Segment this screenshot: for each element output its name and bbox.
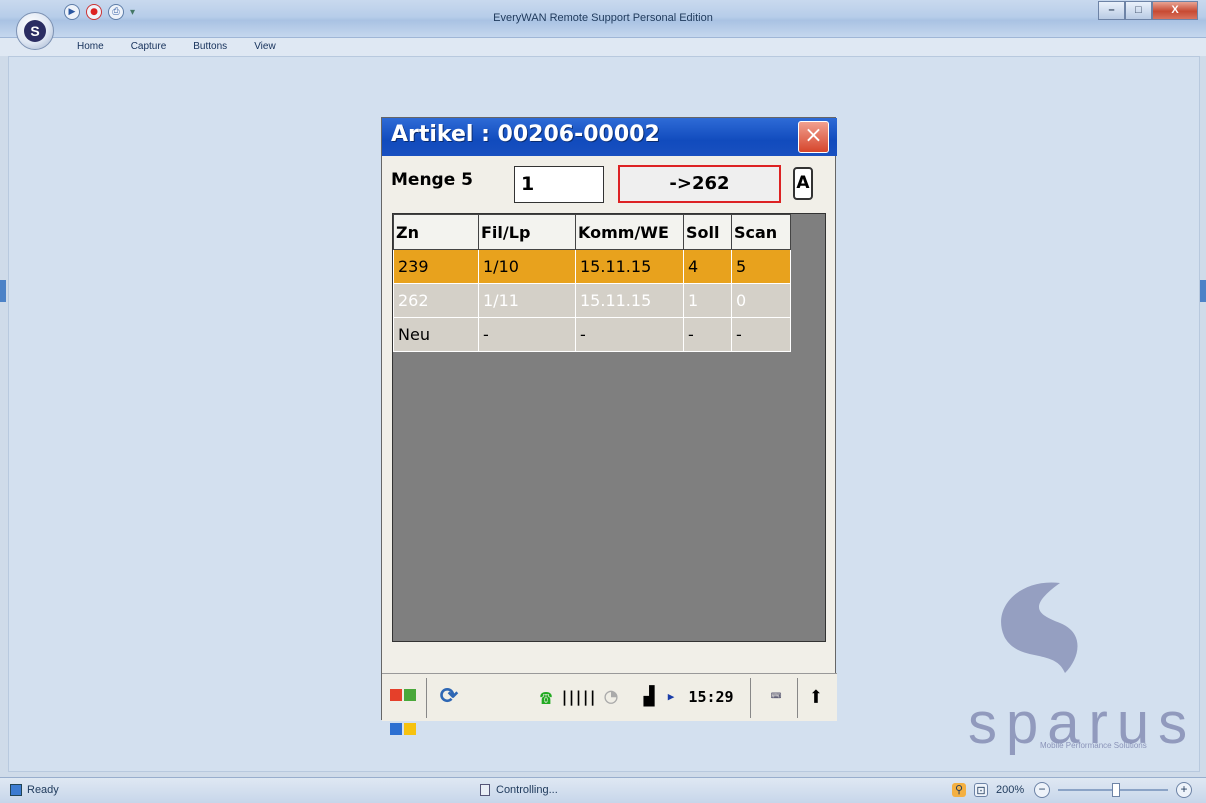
quantity-input[interactable]: 1 <box>514 166 604 203</box>
expand-arrow-icon[interactable]: ▶ <box>665 680 677 714</box>
cell-fil-lp: 1/11 <box>478 283 576 318</box>
keyboard-icon[interactable]: ⌨ <box>758 680 794 714</box>
table-row[interactable]: Neu - - - - <box>393 317 791 352</box>
tab-buttons[interactable]: Buttons <box>193 41 227 52</box>
up-arrow-icon[interactable]: ⬆ <box>803 680 829 714</box>
tab-view[interactable]: View <box>254 41 276 52</box>
fit-icon[interactable]: ⊡ <box>974 783 988 797</box>
cell-scan: 0 <box>731 283 791 318</box>
application-menu-button[interactable]: S <box>16 12 54 50</box>
device-title: Artikel : 00206-00002 <box>382 118 837 156</box>
device-clock[interactable]: 15:29 <box>678 680 744 714</box>
device-taskbar: ⟳ ☎ ||||| ◔ ▟ ▶ 15:29 ⌨ ⬆ <box>382 673 837 735</box>
battery-icon[interactable]: ◔ <box>596 680 626 714</box>
app-logo-icon: S <box>24 20 46 42</box>
zoom-out-button[interactable]: − <box>1034 782 1050 798</box>
right-edge-marker <box>1200 280 1206 302</box>
cell-soll: 1 <box>683 283 732 318</box>
cell-fil-lp: - <box>478 317 576 352</box>
column-header-zn[interactable]: Zn <box>393 214 479 250</box>
ribbon-tabs: Home Capture Buttons View <box>77 41 276 52</box>
status-controlling: Controlling... <box>480 784 558 796</box>
remote-device-screen[interactable]: Artikel : 00206-00002 × Menge 5 1 ->262 … <box>381 117 837 735</box>
cell-komm-we: 15.11.15 <box>575 283 684 318</box>
article-table: Zn Fil/Lp Komm/WE Soll Scan 239 1/10 15.… <box>393 214 791 352</box>
zoom-slider[interactable] <box>1058 783 1168 797</box>
column-header-fil-lp[interactable]: Fil/Lp <box>478 214 576 250</box>
cell-zn: Neu <box>393 317 479 352</box>
article-grid: Zn Fil/Lp Komm/WE Soll Scan 239 1/10 15.… <box>392 213 826 642</box>
cell-soll: 4 <box>683 249 732 284</box>
cell-zn: 262 <box>393 283 479 318</box>
barcode-icon[interactable]: ||||| <box>560 680 597 714</box>
taskbar-separator <box>426 678 427 718</box>
a-button[interactable]: A <box>793 167 813 200</box>
status-ready: Ready <box>10 784 59 796</box>
maximize-button[interactable]: □ <box>1125 1 1152 20</box>
column-header-soll[interactable]: Soll <box>683 214 732 250</box>
cell-soll: - <box>683 317 732 352</box>
minimize-button[interactable]: – <box>1098 1 1125 20</box>
zoom-controls: ⚲ ⊡ 200% − + <box>952 782 1192 798</box>
cell-scan: - <box>731 317 791 352</box>
tab-capture[interactable]: Capture <box>131 41 167 52</box>
zoom-level: 200% <box>996 784 1025 796</box>
status-bar: Ready Controlling... ⚲ ⊡ 200% − + <box>0 777 1206 803</box>
table-row[interactable]: 239 1/10 15.11.15 4 5 <box>393 249 791 284</box>
device-icon <box>480 784 490 796</box>
cell-komm-we: - <box>575 317 684 352</box>
cell-zn: 239 <box>393 249 479 284</box>
menge-label: Menge 5 <box>391 170 473 190</box>
column-header-scan[interactable]: Scan <box>731 214 791 250</box>
cell-fil-lp: 1/10 <box>478 249 576 284</box>
phone-icon[interactable]: ☎ <box>534 680 558 714</box>
table-row[interactable]: 262 1/11 15.11.15 1 0 <box>393 283 791 318</box>
cell-scan: 5 <box>731 249 791 284</box>
left-edge-marker <box>0 280 6 302</box>
taskbar-separator <box>797 678 798 718</box>
zoom-in-button[interactable]: + <box>1176 782 1192 798</box>
tab-home[interactable]: Home <box>77 41 104 52</box>
status-ready-text: Ready <box>27 784 59 796</box>
window-titlebar: ▶ ● ⎙ ▾ EveryWAN Remote Support Personal… <box>0 0 1206 38</box>
device-close-button[interactable]: × <box>798 121 829 153</box>
table-header-row: Zn Fil/Lp Komm/WE Soll Scan <box>393 214 791 250</box>
status-controlling-text: Controlling... <box>496 784 558 796</box>
sync-icon[interactable]: ⟳ <box>434 680 464 714</box>
close-window-button[interactable]: X <box>1152 1 1198 20</box>
windows-start-icon[interactable] <box>384 680 422 735</box>
sparus-logo-icon <box>1001 582 1078 673</box>
column-header-komm-we[interactable]: Komm/WE <box>575 214 684 250</box>
magnifier-icon[interactable]: ⚲ <box>952 783 966 797</box>
watermark-tagline: Mobile Performance Solutions <box>1040 741 1147 750</box>
window-title: EveryWAN Remote Support Personal Edition <box>493 12 713 24</box>
zoom-slider-thumb[interactable] <box>1112 783 1120 797</box>
ready-icon <box>10 784 22 796</box>
signal-icon[interactable]: ▟ <box>634 680 664 714</box>
taskbar-separator <box>750 678 751 718</box>
goto-zone-button[interactable]: ->262 <box>618 165 781 203</box>
cell-komm-we: 15.11.15 <box>575 249 684 284</box>
window-controls: – □ X <box>1098 1 1198 20</box>
